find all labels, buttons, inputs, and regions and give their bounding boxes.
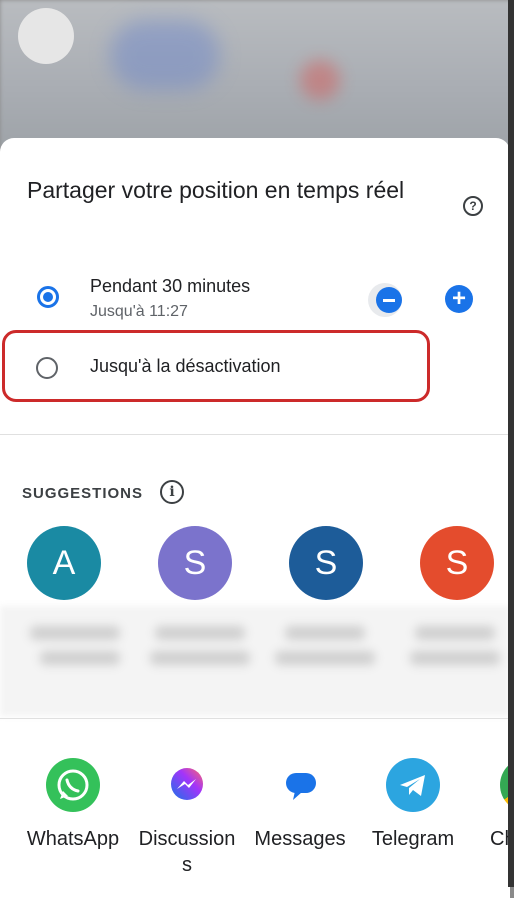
- suggestions-title: SUGGESTIONS: [22, 485, 144, 502]
- messages-icon: [273, 758, 327, 812]
- info-icon[interactable]: i: [160, 480, 184, 504]
- app-label: Telegram: [371, 828, 455, 850]
- help-circle-icon[interactable]: ?: [463, 196, 483, 216]
- contact-avatar[interactable]: S: [158, 526, 232, 600]
- annotation-highlight-box: [2, 330, 430, 402]
- background-map-pin: [300, 60, 340, 100]
- contact-avatar[interactable]: S: [289, 526, 363, 600]
- option-sublabel-until-time: Jusqu'à 11:27: [90, 303, 188, 320]
- background-map-blur: [110, 20, 220, 90]
- contact-names-blurred: [0, 606, 510, 716]
- radio-30-minutes[interactable]: [37, 286, 59, 308]
- avatar-initial: S: [445, 544, 469, 582]
- app-label: WhatsApp: [26, 828, 120, 850]
- divider: [0, 718, 510, 719]
- plus-circle-icon[interactable]: +: [445, 285, 473, 313]
- app-discussions[interactable]: Discussions: [132, 758, 242, 878]
- divider: [0, 434, 510, 435]
- app-messages[interactable]: Messages: [245, 758, 355, 852]
- app-telegram[interactable]: Telegram: [358, 758, 468, 852]
- app-label: Messages: [254, 828, 346, 850]
- messenger-icon: [160, 758, 214, 812]
- avatar-initial: A: [52, 544, 76, 582]
- contact-avatar[interactable]: S: [420, 526, 494, 600]
- option-label-30-minutes: Pendant 30 minutes: [90, 276, 251, 296]
- avatar-initial: S: [183, 544, 207, 582]
- screen-edge: [508, 0, 514, 887]
- app-label: Discussions: [138, 828, 236, 876]
- background-profile-button: [18, 8, 74, 64]
- contact-avatar[interactable]: A: [27, 526, 101, 600]
- avatar-initial: S: [314, 544, 338, 582]
- app-label: Ch: [490, 828, 514, 850]
- minus-circle-icon[interactable]: [368, 283, 402, 317]
- telegram-icon: [386, 758, 440, 812]
- whatsapp-icon: [46, 758, 100, 812]
- dialog-title: Partager votre position en temps réel: [27, 177, 405, 203]
- app-whatsapp[interactable]: WhatsApp: [18, 758, 128, 852]
- background-map: [0, 0, 514, 150]
- app-chrome-partial[interactable]: Ch: [460, 758, 514, 852]
- share-location-sheet: Partager votre position en temps réel ? …: [0, 138, 514, 898]
